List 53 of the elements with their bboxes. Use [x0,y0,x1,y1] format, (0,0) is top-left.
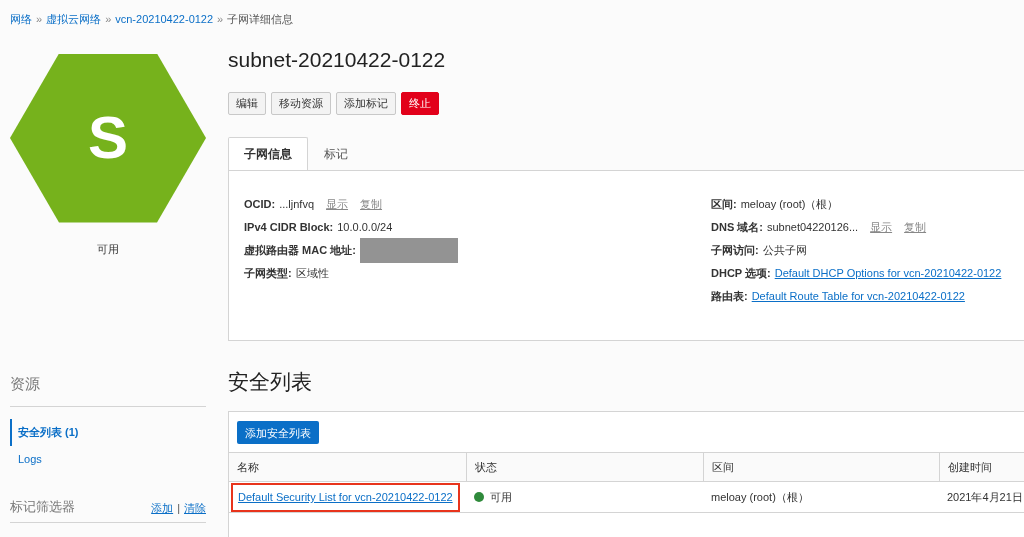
field-label: OCID: [244,197,276,213]
column-header: 区间 [703,453,939,483]
table-cell-text: 2021年4月21日 [947,490,1023,505]
field-label: 子网类型: [244,266,292,282]
tab[interactable]: 子网信息 [228,137,308,170]
column-header: 状态 [466,453,703,483]
field-value: ...ljnfvq [279,197,315,213]
section-heading: 安全列表 [228,369,313,395]
resource-status: 可用 [96,241,120,257]
action-link[interactable]: 显示 [870,219,893,236]
field-value: 区域性 [295,266,329,282]
tab[interactable]: 标记 [308,137,364,170]
field-label: DNS 域名: [711,220,763,236]
action-link[interactable]: 复制 [360,196,383,213]
table-cell-text: meloay (root)（根） [711,490,809,505]
clear-link[interactable]: 清除 [184,499,206,516]
field-label: IPv4 CIDR Block: [244,220,334,236]
terminate-button[interactable]: 终止 [401,92,439,115]
breadcrumb-separator: » [36,12,43,27]
action-button[interactable]: 编辑 [228,92,266,115]
breadcrumb-link[interactable]: 网络 [10,11,32,28]
action-button[interactable]: 添加标记 [336,92,396,115]
field-value: meloay (root)（根） [740,197,839,213]
field-value: 公共子网 [762,243,807,259]
field-link[interactable]: Default Route Table for vcn-20210422-0122 [751,288,965,305]
add-security-list-button[interactable]: 添加安全列表 [237,421,319,445]
column-header: 名称 [229,453,466,483]
sidebar-item[interactable]: Logs [10,445,206,473]
field-label: 虚拟路由器 MAC 地址: [244,243,356,259]
field-value: 10.0.0.0/24 [337,220,393,236]
field-label: 路由表: [711,289,748,305]
breadcrumb-separator: » [217,12,224,27]
breadcrumb-separator: » [105,12,112,27]
filter-heading: 标记筛选器 [10,497,75,516]
field-label: 区间: [711,197,737,213]
breadcrumb-current: 子网详细信息 [227,12,294,27]
sidebar-item[interactable]: 安全列表 (1) [10,418,206,446]
field-link[interactable]: Default DHCP Options for vcn-20210422-0122 [774,265,1002,282]
field-label: DHCP 选项: [711,266,771,282]
link-divider: | [177,500,180,516]
add-link[interactable]: 添加 [151,499,174,516]
action-link[interactable]: 复制 [904,219,927,236]
breadcrumb-link[interactable]: 虚拟云网络 [46,11,102,28]
sidebar-heading: 资源 [10,373,206,407]
field-value: subnet04220126... [766,220,859,236]
page-title: subnet-20210422-0122 [228,46,447,73]
field-label: 子网访问: [711,243,759,259]
action-button[interactable]: 移动资源 [271,92,331,115]
action-link[interactable]: 显示 [326,196,349,213]
status-text: 可用 [490,490,512,505]
breadcrumb-link[interactable]: vcn-20210422-0122 [115,11,214,28]
column-header: 创建时间 [939,453,1024,483]
security-list-link[interactable]: Default Security List for vcn-20210422-0122 [231,483,460,512]
